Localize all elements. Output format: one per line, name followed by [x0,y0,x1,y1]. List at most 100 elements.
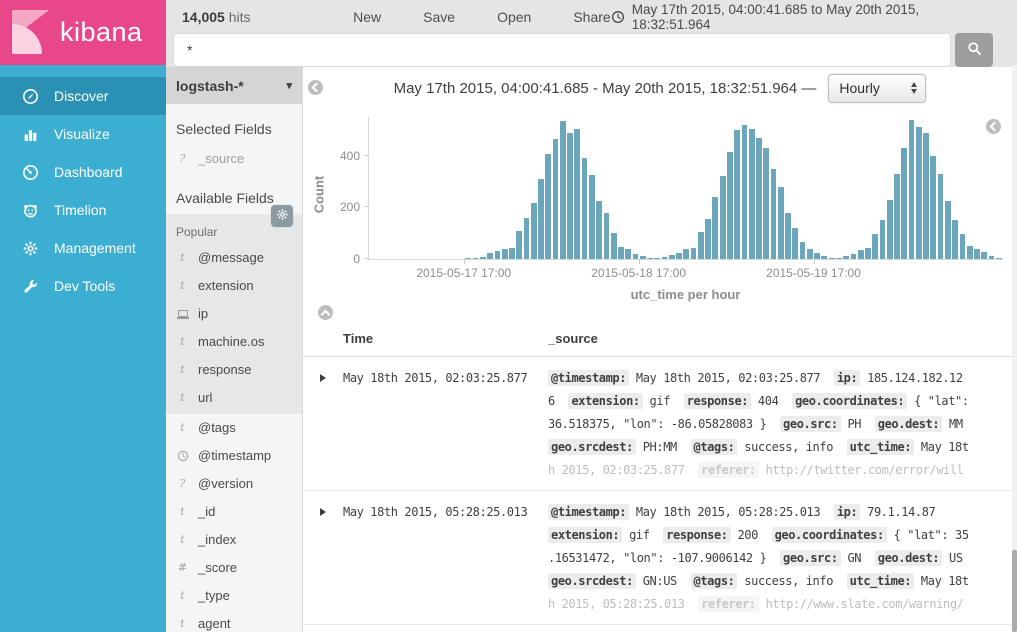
histogram-bar[interactable] [574,129,580,259]
histogram-bar[interactable] [865,248,871,259]
field-item-response[interactable]: tresponse [166,356,302,384]
expand-caret-icon[interactable] [320,374,326,382]
histogram-bar[interactable] [996,258,1002,259]
scrollbar-thumb[interactable] [1012,550,1017,632]
histogram-bar[interactable] [473,258,479,259]
histogram-bar[interactable] [938,174,944,259]
histogram-bar[interactable] [611,233,617,259]
histogram-bar[interactable] [763,148,769,259]
histogram-bar[interactable] [698,232,704,259]
histogram-bar[interactable] [654,258,660,259]
histogram-bar[interactable] [676,253,682,259]
column-header-time[interactable]: Time [343,331,548,346]
histogram-bar[interactable] [785,213,791,259]
histogram-bar[interactable] [567,133,573,260]
histogram-bar[interactable] [495,251,501,259]
histogram-bar[interactable] [669,255,675,259]
index-pattern-selector[interactable]: logstash-* ▾ [166,67,302,104]
histogram-bar[interactable] [836,258,842,259]
table-row[interactable]: May 18th 2015, 10:44:34.357@timestamp: M… [303,625,1017,632]
column-header-source[interactable]: _source [548,331,1017,346]
histogram-bar[interactable] [880,220,886,259]
histogram-bar[interactable] [923,133,929,260]
histogram-bar[interactable] [691,248,697,259]
histogram-bar[interactable] [560,121,566,259]
histogram-bar[interactable] [553,139,559,259]
share-button[interactable]: Share [573,9,610,25]
histogram-bar[interactable] [640,256,646,259]
histogram-bar[interactable] [734,130,740,259]
interval-select[interactable]: Hourly [828,74,926,103]
histogram-bar[interactable] [502,249,508,259]
histogram-bar[interactable] [487,253,493,259]
time-picker[interactable]: May 17th 2015, 04:00:41.685 to May 20th … [611,2,991,32]
kibana-logo[interactable]: kibana [0,0,166,65]
histogram-bar[interactable] [778,187,784,259]
histogram-bar[interactable] [625,249,631,259]
search-button[interactable] [955,33,993,67]
histogram-bar[interactable] [858,250,864,259]
field-item-agent[interactable]: tagent [166,610,302,632]
open-button[interactable]: Open [497,9,531,25]
histogram-bar[interactable] [756,138,762,259]
new-button[interactable]: New [353,9,381,25]
histogram-bar[interactable] [465,258,471,259]
histogram-bar[interactable] [800,242,806,259]
collapse-sidebar-icon[interactable] [308,80,323,95]
nav-item-discover[interactable]: Discover [0,77,166,115]
field-item-_score[interactable]: #_score [166,554,302,582]
histogram-bar[interactable] [894,174,900,259]
histogram-bar[interactable] [480,257,486,259]
histogram-bar[interactable] [524,218,530,259]
histogram-bar[interactable] [945,201,951,259]
histogram-bar[interactable] [952,220,958,259]
nav-item-management[interactable]: Management [0,229,166,267]
histogram-bar[interactable] [618,247,624,259]
histogram-bar[interactable] [821,256,827,259]
histogram-bar[interactable] [792,228,798,259]
histogram-bar[interactable] [647,258,653,259]
table-row[interactable]: May 18th 2015, 05:28:25.013@timestamp: M… [303,491,1017,625]
histogram-bar[interactable] [727,152,733,259]
histogram-bar[interactable] [916,127,922,259]
save-button[interactable]: Save [423,9,455,25]
collapse-histogram-icon[interactable] [318,305,333,320]
histogram-bar[interactable] [771,169,777,259]
histogram-bar[interactable] [742,125,748,259]
histogram-bar[interactable] [705,219,711,259]
field-item-_id[interactable]: t_id [166,498,302,526]
histogram-bar[interactable] [901,148,907,259]
nav-item-dashboard[interactable]: Dashboard [0,153,166,191]
nav-item-timelion[interactable]: Timelion [0,191,166,229]
histogram-bar[interactable] [509,248,515,259]
field-settings-button[interactable] [271,205,293,227]
field-item-@tags[interactable]: t@tags [166,414,302,442]
histogram-bar[interactable] [989,256,995,259]
field-item-machine.os[interactable]: tmachine.os [166,328,302,356]
field-item-_type[interactable]: t_type [166,582,302,610]
histogram-bar[interactable] [909,120,915,259]
expand-caret-icon[interactable] [320,508,326,516]
histogram-bar[interactable] [960,234,966,259]
field-item-_index[interactable]: t_index [166,526,302,554]
field-item-url[interactable]: turl [166,384,302,412]
histogram-bar[interactable] [545,154,551,259]
field-item-_source[interactable]: ?_source [166,145,302,173]
histogram-bar[interactable] [887,200,893,259]
field-item-ip[interactable]: ip [166,300,302,328]
field-item-@version[interactable]: ?@version [166,470,302,498]
histogram-bar[interactable] [538,179,544,259]
nav-item-visualize[interactable]: Visualize [0,115,166,153]
histogram-bar[interactable] [829,258,835,259]
histogram-bar[interactable] [589,175,595,259]
histogram-bar[interactable] [851,254,857,259]
histogram-bar[interactable] [814,253,820,259]
histogram-bar[interactable] [683,249,689,259]
histogram-bar[interactable] [981,252,987,259]
histogram-bar[interactable] [967,246,973,259]
histogram-bar[interactable] [720,176,726,259]
histogram-bar[interactable] [604,213,610,259]
histogram-bar[interactable] [974,249,980,259]
histogram-bar[interactable] [749,129,755,259]
histogram-bar[interactable] [662,257,668,259]
